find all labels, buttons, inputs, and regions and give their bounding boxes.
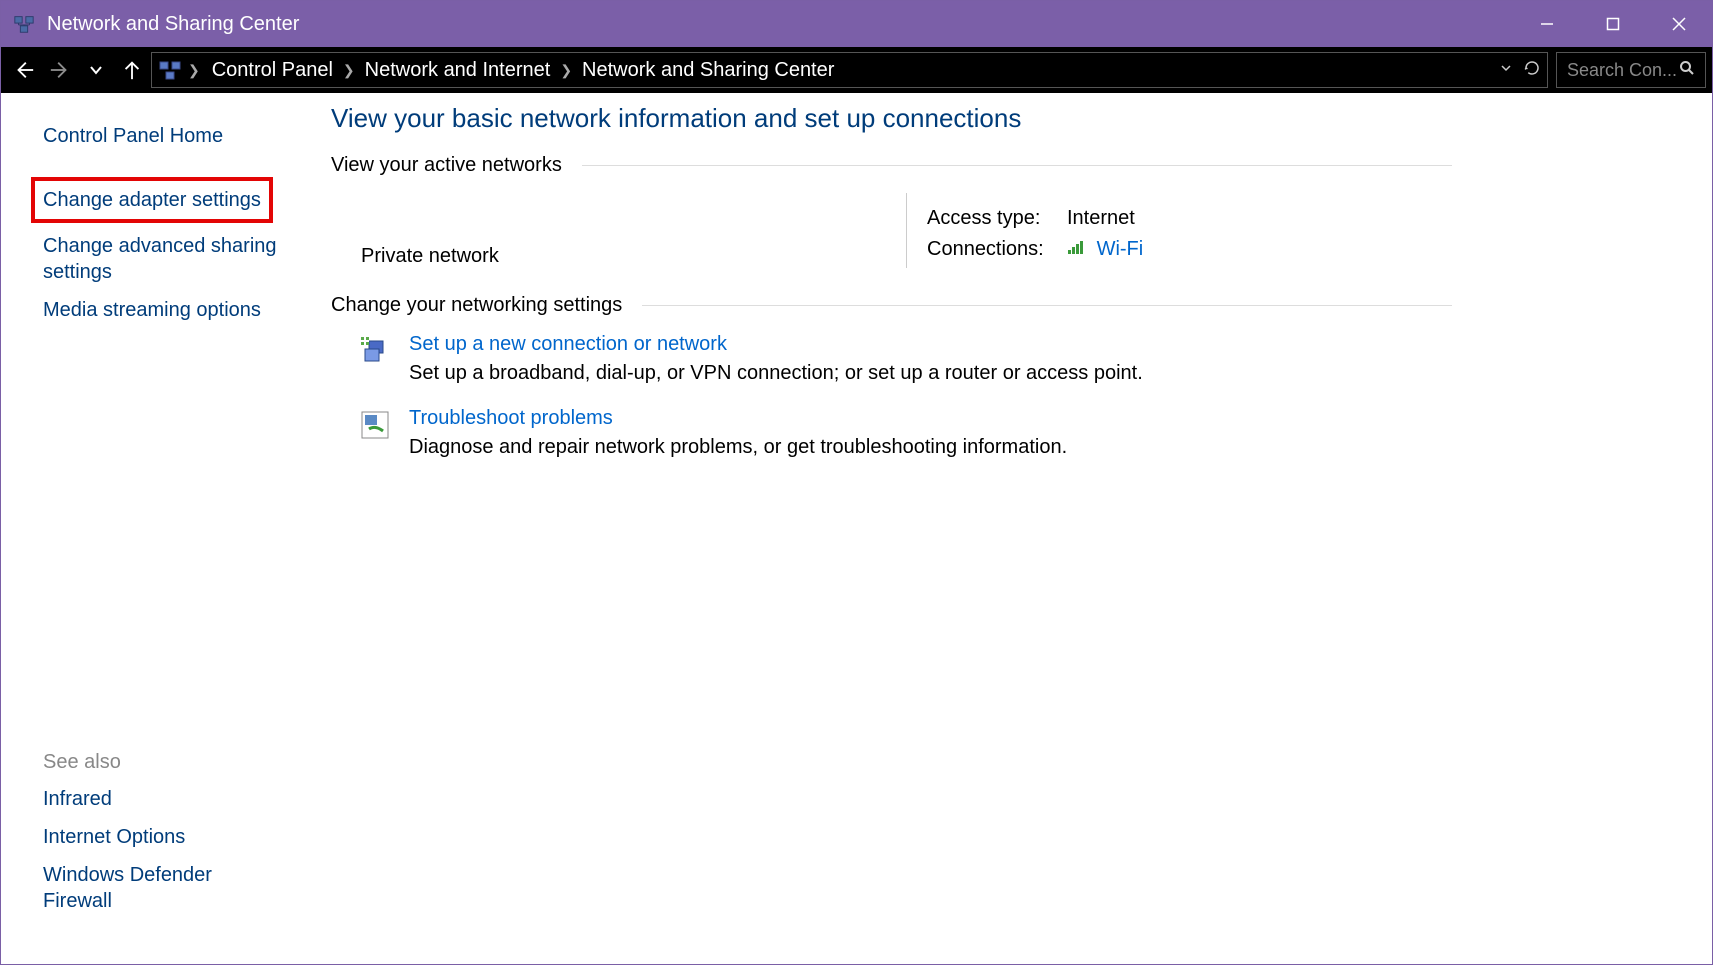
see-also-infrared-link[interactable]: Infrared <box>43 780 283 818</box>
task-description: Diagnose and repair network problems, or… <box>409 436 1067 459</box>
sidebar: Control Panel Home Change adapter settin… <box>1 93 301 964</box>
task-title: Troubleshoot problems <box>409 407 1067 430</box>
control-panel-home-link[interactable]: Control Panel Home <box>43 117 283 155</box>
titlebar: Network and Sharing Center <box>1 1 1712 47</box>
minimize-button[interactable] <box>1514 1 1580 47</box>
address-dropdown-button[interactable] <box>1499 61 1513 80</box>
media-streaming-options-link[interactable]: Media streaming options <box>43 291 283 329</box>
window-controls <box>1514 1 1712 47</box>
divider <box>906 193 907 268</box>
setup-connection-task[interactable]: Set up a new connection or network Set u… <box>331 333 1452 385</box>
refresh-button[interactable] <box>1523 59 1541 82</box>
page-title: View your basic network information and … <box>331 103 1452 134</box>
location-icon <box>158 58 182 82</box>
breadcrumb-item[interactable]: Control Panel <box>206 59 339 82</box>
chevron-right-icon[interactable]: ❯ <box>343 62 355 79</box>
change-adapter-settings-link[interactable]: Change adapter settings <box>31 177 273 223</box>
window-title: Network and Sharing Center <box>47 13 1514 36</box>
breadcrumb-item[interactable]: Network and Internet <box>359 59 557 82</box>
main-panel: View your basic network information and … <box>301 93 1712 964</box>
network-type: Private network <box>361 193 886 268</box>
search-placeholder: Search Con... <box>1567 60 1677 81</box>
see-also-internet-options-link[interactable]: Internet Options <box>43 818 283 856</box>
search-icon <box>1679 60 1695 81</box>
troubleshoot-task[interactable]: Troubleshoot problems Diagnose and repai… <box>331 407 1452 459</box>
search-input[interactable]: Search Con... <box>1556 52 1706 88</box>
active-networks-heading: View your active networks <box>331 154 1452 177</box>
up-button[interactable] <box>115 53 149 87</box>
new-connection-icon <box>359 335 391 367</box>
back-button[interactable] <box>7 53 41 87</box>
breadcrumb: Control Panel ❯ Network and Internet ❯ N… <box>206 59 841 82</box>
task-description: Set up a broadband, dial-up, or VPN conn… <box>409 362 1143 385</box>
connections-label: Connections: <box>927 238 1067 261</box>
change-settings-heading: Change your networking settings <box>331 294 1452 317</box>
breadcrumb-item[interactable]: Network and Sharing Center <box>576 59 840 82</box>
see-also-firewall-link[interactable]: Windows Defender Firewall <box>43 856 283 920</box>
forward-button[interactable] <box>43 53 77 87</box>
app-icon <box>13 13 35 35</box>
access-type-value: Internet <box>1067 207 1135 230</box>
chevron-right-icon[interactable]: ❯ <box>188 62 200 79</box>
maximize-button[interactable] <box>1580 1 1646 47</box>
address-bar: ❯ Control Panel ❯ Network and Internet ❯… <box>1 47 1712 93</box>
wifi-signal-icon <box>1067 238 1087 261</box>
change-advanced-sharing-link[interactable]: Change advanced sharing settings <box>43 227 283 291</box>
close-button[interactable] <box>1646 1 1712 47</box>
wifi-connection-link[interactable]: Wi-Fi <box>1097 238 1144 260</box>
task-title: Set up a new connection or network <box>409 333 1143 356</box>
address-field[interactable]: ❯ Control Panel ❯ Network and Internet ❯… <box>151 52 1548 88</box>
see-also-heading: See also <box>43 745 283 780</box>
access-type-label: Access type: <box>927 207 1067 230</box>
recent-locations-button[interactable] <box>79 53 113 87</box>
chevron-right-icon[interactable]: ❯ <box>560 62 572 79</box>
troubleshoot-icon <box>359 409 391 441</box>
